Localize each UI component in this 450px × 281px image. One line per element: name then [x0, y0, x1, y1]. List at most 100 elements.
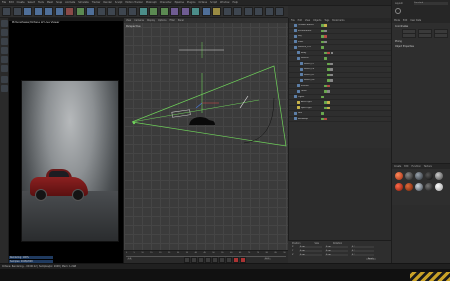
- material-swatch[interactable]: [395, 172, 403, 180]
- visibility-icon[interactable]: [321, 46, 324, 49]
- cube-icon[interactable]: [138, 7, 148, 16]
- apply-button[interactable]: Apply: [366, 258, 376, 260]
- scale-icon[interactable]: [44, 7, 53, 16]
- perspective-viewport[interactable]: View Cameras Display Options Filter Pane…: [124, 18, 288, 250]
- menu-tracker[interactable]: Tracker: [92, 1, 101, 4]
- rotation-h-field[interactable]: 0 °: [351, 245, 374, 249]
- visibility-icon[interactable]: [321, 35, 324, 38]
- menu-file[interactable]: File: [2, 1, 6, 4]
- attr-field[interactable]: [418, 33, 432, 38]
- material-tag-icon[interactable]: [324, 117, 327, 120]
- null-marker[interactable]: [132, 121, 136, 125]
- y-axis-icon[interactable]: [75, 7, 85, 16]
- om-menu-file[interactable]: File: [291, 19, 295, 22]
- material-tag-icon[interactable]: [327, 90, 330, 93]
- size-z-field[interactable]: 0 cm: [325, 253, 348, 257]
- visibility-icon[interactable]: [324, 106, 327, 109]
- menu-pipeline[interactable]: Pipeline: [175, 1, 184, 4]
- points-mode-icon[interactable]: [1, 47, 8, 54]
- object-row[interactable]: Backdrop: [289, 117, 391, 122]
- camera-icon[interactable]: [201, 7, 211, 16]
- move-gizmo[interactable]: [195, 73, 219, 113]
- om-menu-tags[interactable]: Tags: [324, 19, 329, 22]
- size-x-field[interactable]: 0 cm: [325, 245, 348, 249]
- material-swatch[interactable]: [415, 183, 423, 191]
- mat-menu-create[interactable]: Create: [394, 165, 401, 168]
- live-selection-icon[interactable]: [23, 7, 32, 16]
- menu-octane[interactable]: Octane: [199, 1, 208, 4]
- octane-objects-icon[interactable]: [264, 7, 274, 16]
- material-swatch[interactable]: [395, 183, 403, 191]
- visibility-icon[interactable]: [321, 40, 324, 43]
- menu-mograph[interactable]: MoGraph: [146, 1, 157, 4]
- material-tag-icon[interactable]: [327, 84, 330, 87]
- polygons-mode-icon[interactable]: [1, 65, 8, 72]
- octane-help-icon[interactable]: [275, 7, 284, 16]
- om-menu-bookmarks[interactable]: Bookmarks: [332, 19, 344, 22]
- frame-start-field[interactable]: 0 F: [127, 258, 133, 260]
- octane-materials-icon[interactable]: [243, 7, 253, 16]
- menu-tools[interactable]: Tools: [38, 1, 44, 4]
- material-tag-icon[interactable]: [327, 51, 330, 54]
- rotation-b-field[interactable]: 0 °: [351, 253, 374, 257]
- octane-camera-tag-icon[interactable]: [324, 24, 327, 27]
- texture-mode-icon[interactable]: [1, 38, 8, 45]
- position-y-field[interactable]: 0 cm: [299, 249, 322, 253]
- render-view-icon[interactable]: [107, 7, 116, 16]
- visibility-icon[interactable]: [327, 68, 330, 71]
- make-editable-icon[interactable]: [1, 20, 8, 27]
- workplane-icon[interactable]: [1, 85, 8, 92]
- material-swatch[interactable]: [435, 172, 443, 180]
- deformer-icon[interactable]: [180, 7, 190, 16]
- menu-select[interactable]: Select: [28, 1, 35, 4]
- menu-mesh[interactable]: Mesh: [47, 1, 53, 4]
- octane-settings-icon[interactable]: [233, 7, 242, 16]
- attr-field[interactable]: [402, 33, 416, 38]
- visibility-icon[interactable]: [321, 112, 324, 115]
- redo-icon[interactable]: [12, 7, 22, 16]
- camera-frustum[interactable]: [131, 65, 287, 147]
- size-y-field[interactable]: 0 cm: [325, 249, 348, 253]
- visibility-icon[interactable]: [321, 24, 324, 27]
- menu-animate[interactable]: Animate: [65, 1, 75, 4]
- render-picture-viewer-icon[interactable]: [117, 7, 127, 16]
- coordinate-system-icon[interactable]: [96, 7, 106, 16]
- light-tag-icon[interactable]: [327, 106, 330, 109]
- material-swatch[interactable]: [435, 183, 443, 191]
- model-mode-icon[interactable]: [1, 29, 8, 36]
- car-silhouette[interactable]: [189, 117, 215, 125]
- menu-help[interactable]: Help: [232, 1, 237, 4]
- rotation-p-field[interactable]: 0 °: [351, 249, 374, 253]
- floor-icon[interactable]: [191, 7, 200, 16]
- frame-end-field[interactable]: 90 F: [264, 258, 271, 260]
- material-swatch[interactable]: [405, 172, 413, 180]
- visibility-icon[interactable]: [324, 84, 327, 87]
- material-tag-icon[interactable]: [330, 79, 333, 82]
- visibility-icon[interactable]: [321, 29, 324, 32]
- rotate-icon[interactable]: [54, 7, 64, 16]
- snap-icon[interactable]: [1, 76, 8, 83]
- z-axis-icon[interactable]: [86, 7, 95, 16]
- material-tag-icon[interactable]: [330, 73, 333, 76]
- render-settings-icon[interactable]: [128, 7, 137, 16]
- material-swatch[interactable]: [415, 172, 423, 180]
- visibility-icon[interactable]: [324, 101, 327, 104]
- material-swatch[interactable]: [425, 183, 433, 191]
- light-tag-icon[interactable]: [327, 101, 330, 104]
- material-tag-icon[interactable]: [330, 62, 333, 65]
- om-menu-view[interactable]: View: [305, 19, 310, 22]
- menu-motion-tracker[interactable]: Motion Tracker: [125, 1, 143, 4]
- visibility-icon[interactable]: [324, 57, 327, 60]
- attr-field[interactable]: [434, 33, 448, 38]
- layout-dropdown[interactable]: Standard: [414, 1, 448, 5]
- om-menu-edit[interactable]: Edit: [298, 19, 302, 22]
- x-axis-icon[interactable]: [65, 7, 74, 16]
- visibility-icon[interactable]: [324, 90, 327, 93]
- menu-simulate[interactable]: Simulate: [78, 1, 89, 4]
- visibility-icon[interactable]: [321, 95, 324, 98]
- menu-sculpt[interactable]: Sculpt: [115, 1, 122, 4]
- attr-tab-mode[interactable]: Mode: [394, 19, 400, 22]
- light-target[interactable]: [179, 42, 224, 58]
- attr-tab-user-data[interactable]: User Data: [410, 19, 421, 22]
- material-tag-icon[interactable]: [324, 35, 327, 38]
